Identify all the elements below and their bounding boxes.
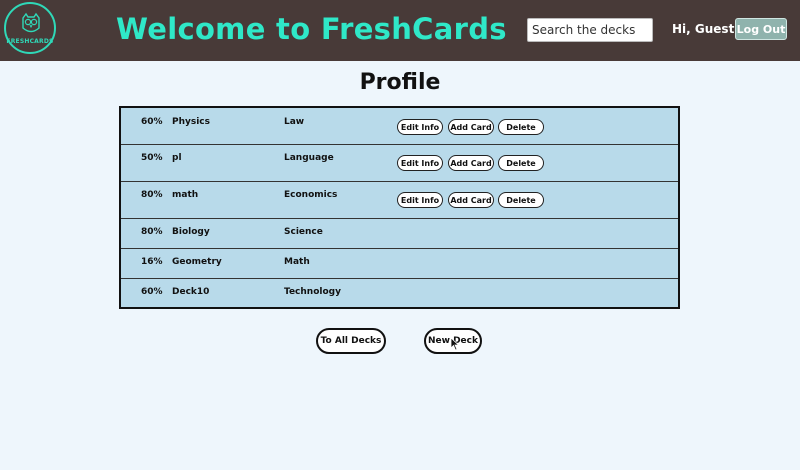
edit-info-button[interactable]: Edit Info [397, 155, 443, 171]
deck-category: Law [284, 117, 305, 127]
deck-percent: 80% [141, 227, 163, 237]
owl-logo-icon [22, 12, 40, 33]
table-row: 80% math Economics Edit Info Add Card De… [121, 182, 678, 219]
mouse-cursor-icon [450, 337, 460, 351]
table-row: 50% pl Language Edit Info Add Card Delet… [121, 145, 678, 182]
deck-table: 60% Physics Law Edit Info Add Card Delet… [119, 106, 680, 309]
table-row: 60% Deck10 Technology [121, 279, 678, 307]
delete-button[interactable]: Delete [498, 192, 544, 208]
deck-category: Economics [284, 190, 338, 200]
edit-info-button[interactable]: Edit Info [397, 192, 443, 208]
top-header: FRESHCARDS Welcome to FreshCards Hi, Gue… [0, 0, 800, 61]
logout-button[interactable]: Log Out [735, 18, 787, 40]
edit-info-button[interactable]: Edit Info [397, 119, 443, 135]
deck-name: math [172, 190, 199, 200]
table-row: 16% Geometry Math [121, 249, 678, 279]
add-card-button[interactable]: Add Card [448, 155, 494, 171]
deck-category: Language [284, 153, 334, 163]
delete-button[interactable]: Delete [498, 119, 544, 135]
deck-percent: 50% [141, 153, 163, 163]
table-row: 60% Physics Law Edit Info Add Card Delet… [121, 108, 678, 145]
deck-name: Biology [172, 227, 210, 237]
deck-name: Geometry [172, 257, 222, 267]
deck-name: Physics [172, 117, 211, 127]
deck-category: Science [284, 227, 323, 237]
page-title: Profile [359, 70, 441, 95]
deck-category: Technology [284, 287, 341, 297]
table-row: 80% Biology Science [121, 219, 678, 249]
add-card-button[interactable]: Add Card [448, 192, 494, 208]
deck-percent: 16% [141, 257, 163, 267]
add-card-button[interactable]: Add Card [448, 119, 494, 135]
logo-text: FRESHCARDS [6, 38, 54, 45]
freshcards-logo[interactable]: FRESHCARDS [4, 2, 56, 54]
user-greeting: Hi, Guest [672, 22, 735, 36]
deck-name: Deck10 [172, 287, 210, 297]
search-input[interactable] [527, 18, 653, 42]
deck-percent: 60% [141, 287, 163, 297]
site-title: Welcome to FreshCards [116, 12, 507, 46]
deck-percent: 80% [141, 190, 163, 200]
to-all-decks-button[interactable]: To All Decks [316, 328, 386, 354]
delete-button[interactable]: Delete [498, 155, 544, 171]
deck-percent: 60% [141, 117, 163, 127]
deck-category: Math [284, 257, 310, 267]
deck-name: pl [172, 153, 182, 163]
